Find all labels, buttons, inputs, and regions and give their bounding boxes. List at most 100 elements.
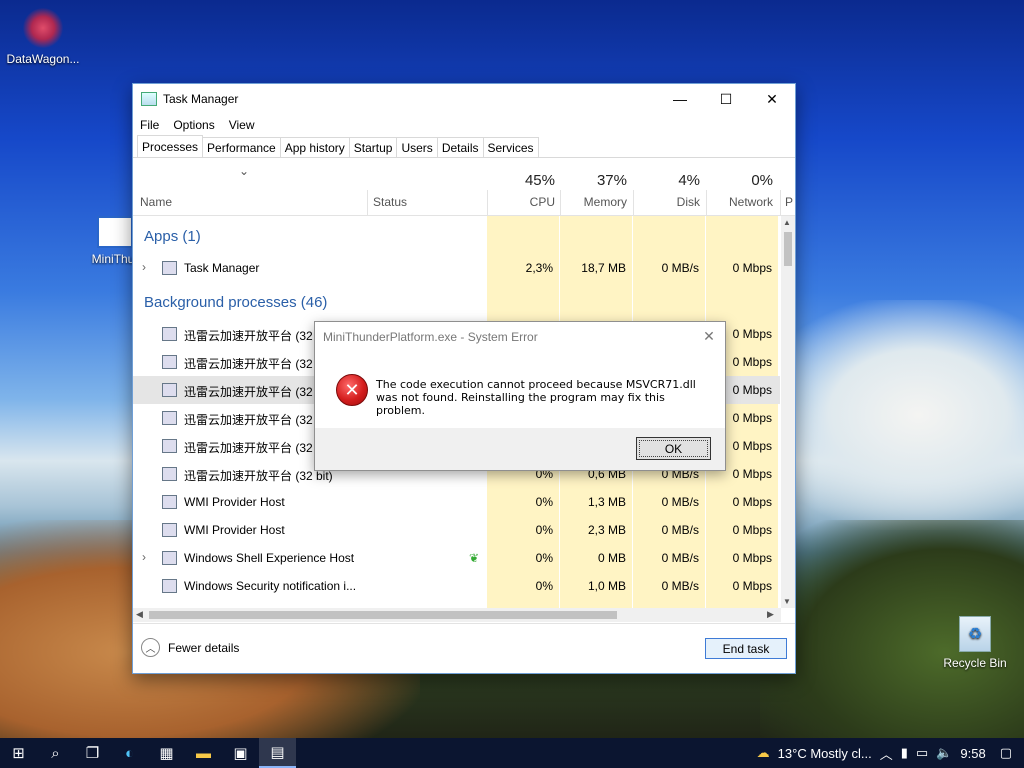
desktop-icon-recycle-bin[interactable]: ♻ Recycle Bin bbox=[932, 616, 1018, 670]
chevron-up-icon: ︿ bbox=[141, 638, 160, 657]
weather-icon[interactable]: ☁ bbox=[757, 745, 770, 761]
shield-icon bbox=[162, 579, 177, 593]
menu-file[interactable]: File bbox=[140, 118, 159, 132]
wmi-icon bbox=[162, 523, 177, 537]
cpu-value: 2,3% bbox=[525, 261, 553, 275]
tab-app-history[interactable]: App history bbox=[279, 137, 350, 157]
menu-options[interactable]: Options bbox=[173, 118, 214, 132]
process-name: 迅雷云加速开放平台 (32 bbox=[184, 329, 313, 343]
tab-users[interactable]: Users bbox=[396, 137, 438, 157]
chevron-down-icon[interactable]: ⌄ bbox=[239, 164, 249, 178]
tab-performance[interactable]: Performance bbox=[202, 137, 281, 157]
menu-bar: File Options View bbox=[133, 114, 795, 136]
column-memory[interactable]: Memory bbox=[560, 195, 627, 209]
scroll-thumb[interactable] bbox=[784, 232, 792, 266]
desktop-icon-datawagon[interactable]: DataWagon... bbox=[0, 8, 86, 66]
datawagon-icon bbox=[23, 8, 63, 48]
cpu-total: 45% bbox=[524, 172, 555, 189]
disk-value: 0 MB/s bbox=[661, 261, 699, 275]
weather-text[interactable]: 13°C Mostly cl... bbox=[778, 746, 872, 761]
fewer-details-label: Fewer details bbox=[168, 640, 240, 655]
disk-total: 4% bbox=[678, 172, 700, 189]
show-hidden-icons-icon[interactable]: ︿ bbox=[880, 744, 893, 763]
clock[interactable]: 9:58 bbox=[960, 746, 985, 761]
process-name: 迅雷云加速开放平台 (32 bbox=[184, 357, 313, 371]
column-disk[interactable]: Disk bbox=[633, 195, 700, 209]
tab-startup[interactable]: Startup bbox=[348, 137, 398, 157]
memory-total: 37% bbox=[596, 172, 627, 189]
network-icon[interactable]: ▭ bbox=[916, 745, 928, 761]
suspended-leaf-icon: ❦ bbox=[469, 551, 480, 565]
close-button[interactable]: ✕ bbox=[749, 84, 795, 114]
desktop-icon-label: DataWagon... bbox=[6, 52, 80, 66]
scroll-up-icon[interactable]: ▲ bbox=[783, 218, 791, 227]
column-cpu[interactable]: CPU bbox=[487, 195, 555, 209]
menu-view[interactable]: View bbox=[229, 118, 255, 132]
file-explorer-icon[interactable]: ▬ bbox=[185, 738, 222, 768]
expand-icon[interactable]: › bbox=[142, 260, 146, 274]
cpu-value: 0% bbox=[535, 523, 553, 537]
process-name: Windows Security notification i... bbox=[184, 579, 357, 593]
task-view-icon[interactable]: ❐ bbox=[74, 738, 111, 768]
group-background: Background processes (46) bbox=[144, 294, 328, 311]
process-icon bbox=[162, 439, 177, 453]
column-power[interactable]: P bbox=[785, 195, 793, 209]
scroll-left-icon[interactable]: ◀ bbox=[136, 609, 143, 620]
device-icon[interactable]: ▮ bbox=[901, 745, 908, 761]
process-name: WMI Provider Host bbox=[184, 495, 285, 509]
table-row[interactable]: Windows Security notification i... 0% 1,… bbox=[133, 572, 780, 600]
horizontal-scrollbar[interactable]: ◀ ▶ bbox=[133, 608, 781, 622]
desktop-icon-label: Recycle Bin bbox=[943, 656, 1007, 670]
network-value: 0 Mbps bbox=[732, 579, 772, 593]
process-icon bbox=[162, 467, 177, 481]
dialog-title[interactable]: MiniThunderPlatform.exe - System Error bbox=[315, 322, 725, 351]
column-network[interactable]: Network bbox=[706, 195, 773, 209]
scroll-down-icon[interactable]: ▼ bbox=[783, 597, 791, 606]
notifications-icon[interactable]: ▢ bbox=[1000, 745, 1012, 761]
network-value: 0 Mbps bbox=[732, 551, 772, 565]
tab-details[interactable]: Details bbox=[436, 137, 484, 157]
system-error-dialog: MiniThunderPlatform.exe - System Error ✕… bbox=[314, 321, 726, 471]
vertical-scrollbar[interactable]: ▲ ▼ bbox=[781, 216, 795, 608]
tab-processes[interactable]: Processes bbox=[137, 135, 204, 157]
table-row[interactable]: › Task Manager 2,3% 18,7 MB 0 MB/s 0 Mbp… bbox=[133, 254, 780, 282]
title-bar[interactable]: Task Manager — ☐ ✕ bbox=[133, 84, 795, 114]
column-status[interactable]: Status bbox=[373, 195, 407, 209]
memory-value: 0 MB bbox=[597, 551, 626, 565]
end-task-button[interactable]: End task bbox=[705, 638, 787, 659]
table-row[interactable]: WMI Provider Host 0% 1,3 MB 0 MB/s 0 Mbp… bbox=[133, 488, 780, 516]
dialog-close-button[interactable]: ✕ bbox=[699, 326, 719, 346]
store-icon[interactable]: ▦ bbox=[148, 738, 185, 768]
window-title: Task Manager bbox=[163, 92, 239, 106]
edge-icon[interactable]: ◐ bbox=[111, 738, 148, 768]
process-name: Windows Shell Experience Host bbox=[184, 551, 355, 565]
volume-icon[interactable]: 🔈 bbox=[936, 745, 952, 761]
memory-value: 1,3 MB bbox=[587, 495, 626, 509]
minithunder-icon bbox=[97, 216, 133, 248]
table-row[interactable]: WMI Provider Host 0% 2,3 MB 0 MB/s 0 Mbp… bbox=[133, 516, 780, 544]
ok-button[interactable]: OK bbox=[636, 437, 711, 460]
scroll-right-icon[interactable]: ▶ bbox=[767, 609, 774, 620]
dialog-message: The code execution cannot proceed becaus… bbox=[376, 378, 696, 417]
table-row[interactable]: › Windows Shell Experience Host ❦ 0% 0 M… bbox=[133, 544, 780, 572]
search-icon[interactable]: ⌕ bbox=[37, 738, 74, 768]
dialog-footer: OK bbox=[315, 428, 725, 470]
disk-value: 0 MB/s bbox=[661, 495, 699, 509]
minithunder-taskbar-icon[interactable]: ▣ bbox=[222, 738, 259, 768]
start-button[interactable]: ⊞ bbox=[0, 738, 37, 768]
tab-services[interactable]: Services bbox=[482, 137, 539, 157]
maximize-button[interactable]: ☐ bbox=[703, 84, 749, 114]
column-name[interactable]: Name bbox=[140, 195, 172, 209]
network-total: 0% bbox=[751, 172, 773, 189]
fewer-details-button[interactable]: ︿ Fewer details bbox=[141, 638, 239, 657]
network-value: 0 Mbps bbox=[732, 261, 772, 275]
expand-icon[interactable]: › bbox=[142, 550, 146, 564]
task-manager-taskbar-icon[interactable]: ▤ bbox=[259, 738, 296, 768]
process-name: WMI Provider Host bbox=[184, 523, 285, 537]
minimize-button[interactable]: — bbox=[657, 84, 703, 114]
process-icon bbox=[162, 383, 177, 397]
recycle-bin-icon: ♻ bbox=[959, 616, 991, 652]
memory-value: 1,0 MB bbox=[587, 579, 626, 593]
scroll-thumb[interactable] bbox=[149, 611, 617, 619]
system-tray: ☁ 13°C Mostly cl... ︿ ▮ ▭ 🔈 9:58 ▢ bbox=[757, 738, 1024, 768]
